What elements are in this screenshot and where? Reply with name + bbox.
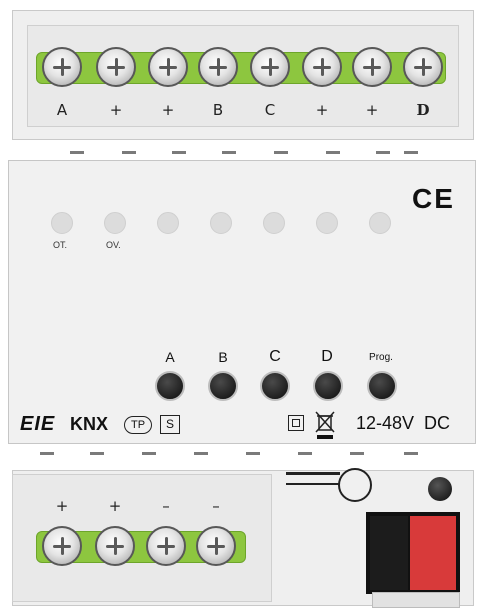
bottom-terminal-label-minus-1: – xyxy=(162,497,170,515)
screw-terminal-plus-1-icon[interactable] xyxy=(96,47,136,87)
terminal-label-b: B xyxy=(212,101,224,119)
channel-a-button[interactable] xyxy=(155,371,185,401)
upper-divider-dashes xyxy=(0,151,484,155)
weee-bin-icon xyxy=(315,411,335,439)
release-lever-lines-icon xyxy=(286,472,340,498)
button-label-d: D xyxy=(321,348,333,365)
channel-d-button[interactable] xyxy=(313,371,343,401)
bottom-screw-plus-1-icon[interactable] xyxy=(42,526,82,566)
brand-logo: EIE xyxy=(20,413,56,435)
terminal-label-plus-3: + xyxy=(315,101,329,119)
tp-mark: TP xyxy=(124,416,152,434)
bottom-terminal-label-minus-2: – xyxy=(212,497,220,515)
bottom-screw-minus-2-icon[interactable] xyxy=(196,526,236,566)
bottom-terminal-label-plus-1: + xyxy=(55,497,69,515)
screw-terminal-plus-4-icon[interactable] xyxy=(352,47,392,87)
front-face xyxy=(8,160,476,444)
knx-actuator-device: A + + B C + + D CE OT. OV. A B C D Prog.… xyxy=(0,0,484,610)
led-6-icon xyxy=(316,212,338,234)
terminal-label-plus-2: + xyxy=(161,101,175,119)
screw-terminal-a-icon[interactable] xyxy=(42,47,82,87)
bottom-screw-minus-1-icon[interactable] xyxy=(146,526,186,566)
led-ot-icon xyxy=(51,212,73,234)
screw-terminal-b-icon[interactable] xyxy=(198,47,238,87)
bottom-terminal-label-plus-2: + xyxy=(108,497,122,515)
bottom-screw-plus-2-icon[interactable] xyxy=(95,526,135,566)
voltage-rating: 12-48V DC xyxy=(356,413,451,433)
button-label-b: B xyxy=(218,349,228,365)
bus-connector-black xyxy=(370,516,408,590)
knx-logo: KNX xyxy=(70,414,109,434)
screw-terminal-d-icon[interactable] xyxy=(403,47,443,87)
button-label-a: A xyxy=(165,349,175,365)
terminal-label-a: A xyxy=(56,101,68,119)
button-label-c: C xyxy=(269,348,281,365)
led-3-icon xyxy=(157,212,179,234)
bus-status-led-icon xyxy=(428,477,452,501)
led-ov-icon xyxy=(104,212,126,234)
screw-terminal-plus-2-icon[interactable] xyxy=(148,47,188,87)
prog-button[interactable] xyxy=(367,371,397,401)
led-label-ot: OT. xyxy=(53,240,68,250)
terminal-label-c: C xyxy=(264,101,276,119)
lower-divider-dashes xyxy=(0,452,484,456)
channel-c-button[interactable] xyxy=(260,371,290,401)
channel-b-button[interactable] xyxy=(208,371,238,401)
button-label-prog: Prog. xyxy=(369,352,393,363)
release-lever-icon[interactable] xyxy=(338,468,372,502)
led-5-icon xyxy=(263,212,285,234)
s-mark: S xyxy=(160,415,180,434)
bus-connector-red xyxy=(410,516,456,590)
led-7-icon xyxy=(369,212,391,234)
terminal-label-plus-4: + xyxy=(365,101,379,119)
led-4-icon xyxy=(210,212,232,234)
screw-terminal-plus-3-icon[interactable] xyxy=(302,47,342,87)
bus-connector-tab xyxy=(372,592,460,608)
terminal-label-d: D xyxy=(416,101,430,119)
terminal-label-plus-1: + xyxy=(109,101,123,119)
screw-terminal-c-icon[interactable] xyxy=(250,47,290,87)
led-label-ov: OV. xyxy=(106,240,121,250)
ce-mark: CE xyxy=(412,183,455,214)
double-insulation-icon xyxy=(288,415,304,431)
